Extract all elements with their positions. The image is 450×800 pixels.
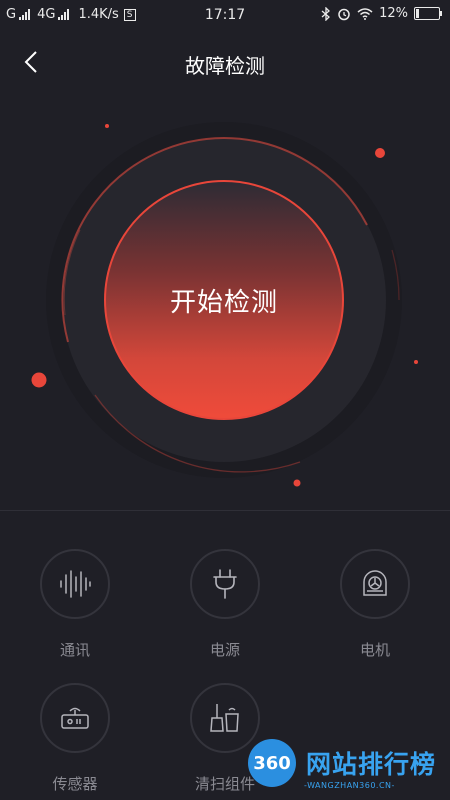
bluetooth-icon	[321, 6, 331, 21]
watermark-logo: 360	[248, 739, 296, 787]
watermark-subtitle: -WANGZHAN360.CN-	[304, 781, 395, 790]
battery-icon	[414, 7, 442, 20]
battery-percent: 12%	[379, 6, 408, 21]
header: 故障检测	[0, 40, 450, 84]
alarm-icon	[338, 8, 350, 20]
sensor-icon	[61, 707, 89, 729]
category-label: 电源	[209, 641, 240, 659]
status-right: 12%	[321, 6, 442, 21]
wifi-icon	[357, 7, 373, 20]
category-label: 传感器	[52, 775, 98, 793]
detection-dial: 开始检测	[0, 110, 450, 510]
category-ring	[40, 549, 110, 619]
category-ring	[340, 549, 410, 619]
watermark-title: 网站排行榜	[306, 750, 437, 779]
plug-icon	[213, 569, 237, 599]
category-ring	[190, 549, 260, 619]
status-bar: G 4G 1.4K/s S 17:17 12%	[0, 0, 450, 30]
category-sensor[interactable]: 传感器	[20, 683, 130, 794]
category-label: 电机	[359, 641, 390, 659]
category-communication[interactable]: 通讯	[20, 549, 130, 660]
divider	[0, 510, 450, 511]
cleaning-kit-icon	[210, 704, 239, 732]
start-detection-button[interactable]: 开始检测	[104, 180, 344, 420]
category-motor[interactable]: 电机	[320, 549, 430, 660]
category-label: 通讯	[59, 641, 90, 659]
waveform-icon	[60, 570, 91, 598]
category-ring	[40, 683, 110, 753]
page-title: 故障检测	[185, 54, 265, 78]
site-watermark: 360 网站排行榜 -WANGZHAN360.CN-	[246, 735, 450, 800]
motor-icon	[363, 570, 387, 596]
category-power[interactable]: 电源	[170, 549, 280, 660]
start-detection-label: 开始检测	[169, 287, 278, 318]
